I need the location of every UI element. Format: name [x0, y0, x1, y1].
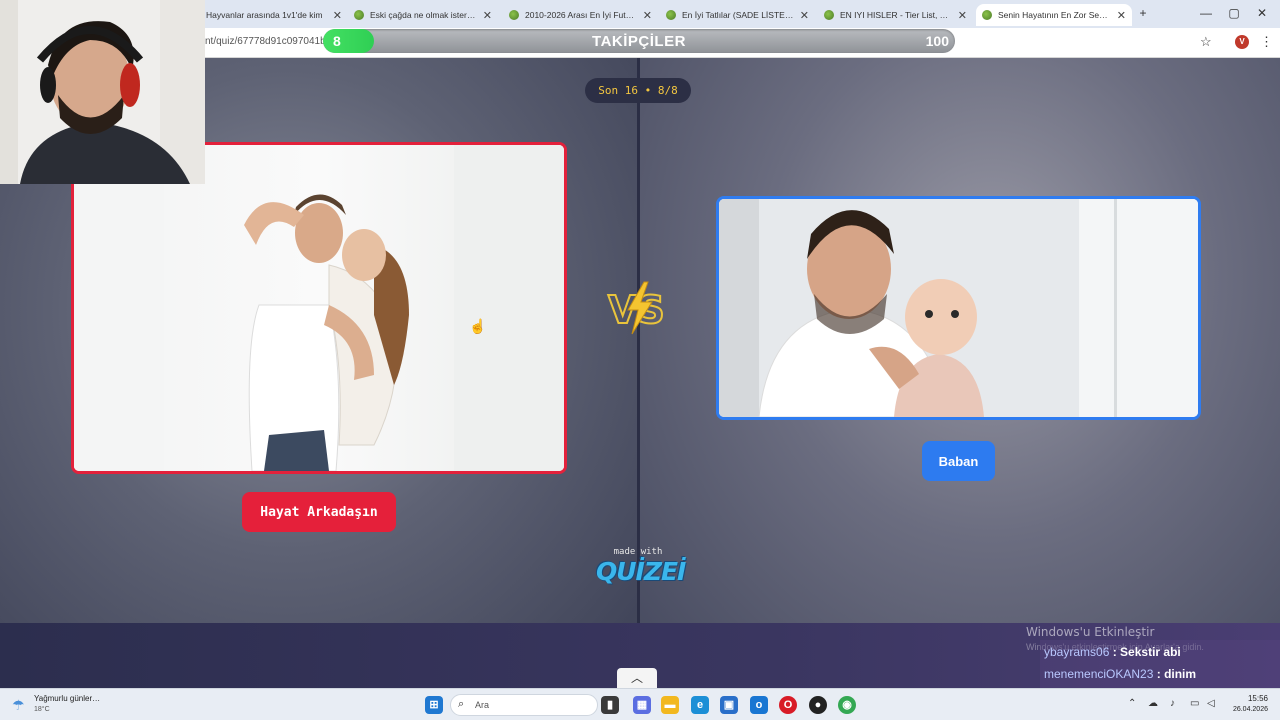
- tab-5[interactable]: EN IYI HISLER - Tier List, Kör Sı ✕: [818, 4, 973, 26]
- store-icon[interactable]: ▣: [720, 696, 738, 714]
- widgets-icon[interactable]: ▦: [633, 696, 651, 714]
- tray-mic-icon[interactable]: ♪: [1170, 698, 1175, 709]
- minimize-icon[interactable]: —: [1196, 6, 1216, 20]
- clock-date[interactable]: 26.04.2026: [1229, 706, 1268, 713]
- quizei-logo[interactable]: QUİZEİ: [596, 557, 686, 586]
- chat-text: Sekstir abi: [1120, 645, 1181, 659]
- tab-close-icon[interactable]: ✕: [1117, 9, 1126, 22]
- tab-title: EN IYI HISLER - Tier List, Kör Sı: [840, 10, 952, 20]
- search-icon: ⌕: [458, 698, 465, 710]
- father-baby-image: [719, 199, 1198, 417]
- weather-temperature: 18°C: [34, 706, 50, 713]
- window-close-icon[interactable]: ✕: [1252, 6, 1272, 20]
- opera-icon[interactable]: O: [779, 696, 797, 714]
- taskbar-search-input[interactable]: ⌕ Ara: [450, 694, 598, 716]
- activation-watermark-title: Windows'u Etkinleştir: [1026, 625, 1155, 639]
- chat-message: ybayrams06 : Sekstir abi: [1044, 645, 1181, 659]
- chat-username: menemenciOKAN23: [1044, 667, 1154, 681]
- tab-favicon-icon: [509, 10, 519, 20]
- taskbar: ☂ Yağmurlu günler… 18°C ⊞ ⌕ Ara ▮ ▦ ▬ e …: [0, 688, 1280, 720]
- tab-close-icon[interactable]: ✕: [483, 9, 492, 22]
- start-windows-icon[interactable]: ⊞: [425, 696, 443, 714]
- streamer-webcam-image: [0, 0, 205, 184]
- menu-kebab-icon[interactable]: ⋮: [1260, 34, 1273, 50]
- weather-text[interactable]: Yağmurlu günler…: [34, 694, 100, 703]
- left-option-button[interactable]: Hayat Arkadaşın: [242, 492, 396, 532]
- tab-favicon-icon: [824, 10, 834, 20]
- center-divider: [637, 58, 640, 623]
- tab-title: Eski çağda ne olmak isterdin ?: [370, 10, 477, 20]
- bookmark-star-icon[interactable]: ☆: [1200, 34, 1212, 50]
- tab-favicon-icon: [982, 10, 992, 20]
- outlook-icon[interactable]: o: [750, 696, 768, 714]
- profile-avatar[interactable]: V: [1235, 35, 1249, 49]
- follower-goal-target: 100: [925, 33, 949, 49]
- chat-message: menemenciOKAN23 : dinim: [1044, 667, 1197, 681]
- tab-title: Senin Hayatının En Zor Seçimi: [998, 10, 1111, 20]
- new-tab-icon[interactable]: +: [1133, 6, 1153, 20]
- tab-3[interactable]: 2010-2026 Arası En İyi Futbolc ✕: [503, 4, 658, 26]
- round-indicator: Son 16 • 8/8: [585, 78, 691, 103]
- tray-network-icon[interactable]: ☁: [1148, 698, 1158, 709]
- right-option-card[interactable]: [716, 196, 1201, 420]
- chat-text: dinim: [1164, 667, 1197, 681]
- tab-2[interactable]: Eski çağda ne olmak isterdin ? ✕: [348, 4, 498, 26]
- chrome-icon[interactable]: ◉: [838, 696, 856, 714]
- follower-goal-bar: 8 TAKİPÇİLER 100: [323, 29, 955, 53]
- edge-icon[interactable]: e: [691, 696, 709, 714]
- tab-close-icon[interactable]: ✕: [800, 9, 809, 22]
- tab-close-icon[interactable]: ✕: [643, 9, 652, 22]
- couple-image: [74, 145, 564, 471]
- tab-6-active[interactable]: Senin Hayatının En Zor Seçimi ✕: [976, 4, 1132, 26]
- tab-favicon-icon: [354, 10, 364, 20]
- tab-title: Hayvanlar arasında 1v1'de kim: [206, 10, 323, 20]
- chevron-up-icon[interactable]: ︿: [617, 668, 657, 688]
- tab-1[interactable]: Hayvanlar arasında 1v1'de kim ✕: [200, 4, 348, 26]
- tab-title: 2010-2026 Arası En İyi Futbolc: [525, 10, 637, 20]
- task-view-icon[interactable]: ▮: [601, 696, 619, 714]
- left-option-card[interactable]: [71, 142, 567, 474]
- tray-chevron-icon[interactable]: ⌃: [1128, 698, 1136, 709]
- made-with-label: made with: [613, 547, 663, 557]
- maximize-icon[interactable]: ▢: [1224, 6, 1244, 20]
- tab-4[interactable]: En İyi Tatlılar (SADE LİSTE) - Tier ✕: [660, 4, 815, 26]
- weather-rain-icon[interactable]: ☂: [12, 697, 25, 714]
- file-explorer-icon[interactable]: ▬: [661, 696, 679, 714]
- tab-title: En İyi Tatlılar (SADE LİSTE) - Tier: [682, 10, 794, 20]
- vs-bolt-icon: VS: [607, 281, 666, 335]
- tab-close-icon[interactable]: ✕: [958, 9, 967, 22]
- tray-display-icon[interactable]: ▭: [1190, 698, 1199, 709]
- url-field[interactable]: nt/quiz/67778d91c097041ba…: [205, 36, 341, 47]
- follower-goal-title: TAKİPÇİLER: [592, 33, 686, 50]
- tab-favicon-icon: [666, 10, 676, 20]
- tray-volume-icon[interactable]: ◁: [1207, 698, 1215, 709]
- right-option-button[interactable]: Baban: [922, 441, 995, 481]
- steam-icon[interactable]: ●: [809, 696, 827, 714]
- search-placeholder: Ara: [475, 700, 490, 710]
- tab-close-icon[interactable]: ✕: [333, 9, 342, 22]
- chat-username: ybayrams06: [1044, 645, 1110, 659]
- webcam-feed: [0, 0, 205, 184]
- clock-time[interactable]: 15:56: [1240, 694, 1268, 703]
- mouse-cursor-icon: ☝: [469, 318, 487, 334]
